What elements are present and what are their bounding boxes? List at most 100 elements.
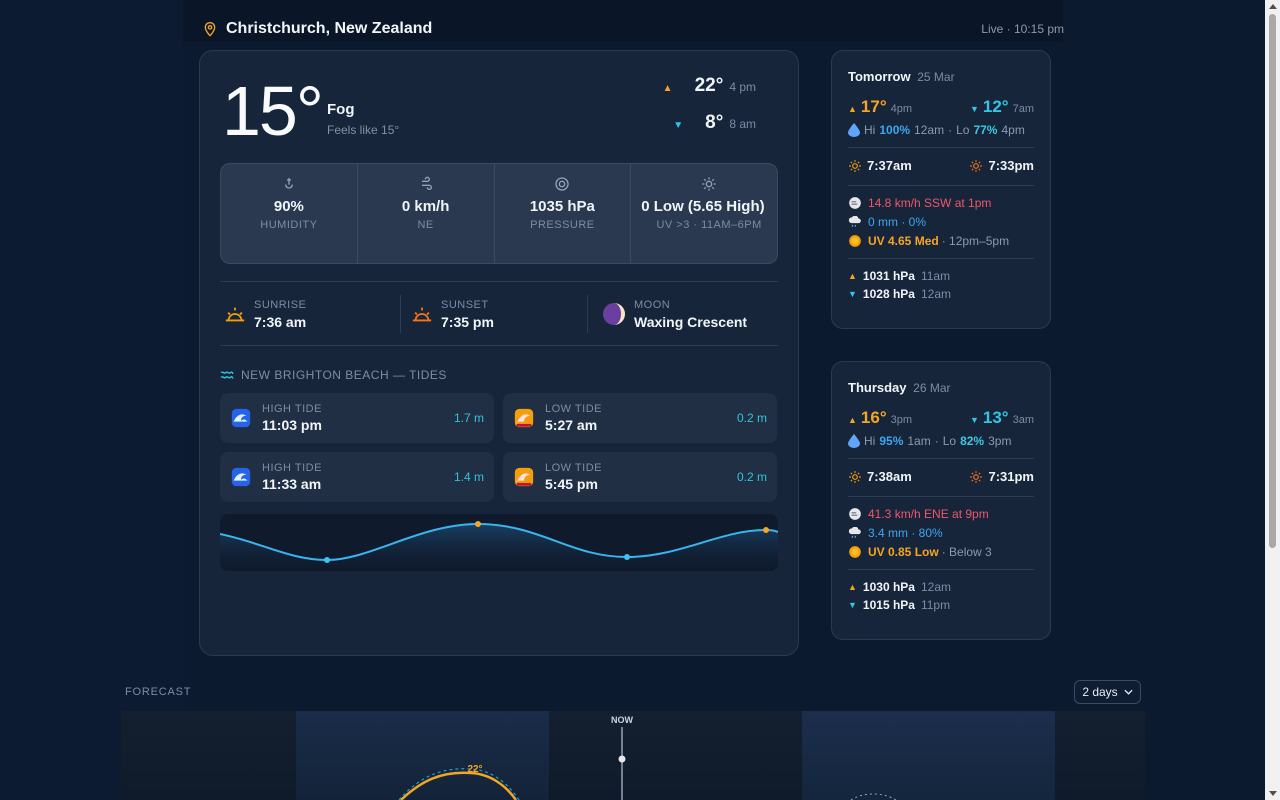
- location-pin-icon: [204, 22, 216, 37]
- divider: [220, 345, 778, 346]
- day-uv: UV 4.65 Med · 12pm–5pm: [848, 234, 1034, 248]
- hum-lo-label: Lo: [942, 434, 957, 448]
- sunset-icon: [970, 159, 983, 172]
- stat-label: HUMIDITY: [260, 219, 318, 231]
- scroll-up-icon[interactable]: [1269, 4, 1277, 9]
- live-time: Live · 10:15 pm: [981, 22, 1064, 36]
- day-rain-text: 0 mm · 0%: [868, 215, 927, 229]
- pressure-high-time: 12am: [920, 580, 951, 594]
- down-arrow-icon: ▼: [848, 600, 857, 610]
- sunrise-icon: [225, 307, 245, 322]
- hum-hi-time: 1am: [907, 434, 931, 448]
- sun-arc-dashed: [850, 793, 897, 800]
- pressure-high: 1030 hPa: [862, 580, 915, 594]
- down-arrow-icon: ▼: [969, 415, 979, 425]
- sun-icon: [849, 235, 861, 247]
- sunset-icon: [970, 470, 983, 483]
- location[interactable]: Christchurch, New Zealand: [202, 20, 432, 38]
- tide-time: 11:33 am: [262, 476, 322, 492]
- divider: [848, 147, 1034, 148]
- pressure-low: 1028 hPa: [862, 287, 915, 301]
- sun-icon: [849, 546, 861, 558]
- day-humidity: Hi 95% 1am · Lo 82% 3pm: [848, 434, 1034, 448]
- day-uv-note: · Below 3: [941, 545, 992, 559]
- down-arrow-icon: ▼: [673, 120, 684, 131]
- day-sun: 7:38am 7:31pm: [848, 469, 1034, 484]
- tide-area: [220, 524, 778, 571]
- pressure-icon: [555, 177, 570, 191]
- day-uv-value: UV 0.85 Low: [868, 545, 939, 559]
- day-name: Tomorrow: [848, 69, 911, 84]
- day-card-tomorrow[interactable]: Tomorrow 25 Mar ▲ 17° 4pm ▼ 12° 7am Hi 1…: [831, 50, 1051, 329]
- scrollbar[interactable]: [1265, 0, 1280, 800]
- peak-temp-label: 22°: [467, 764, 482, 775]
- scrollbar-thumb[interactable]: [1269, 14, 1276, 548]
- day-uv-value: UV 4.65 Med: [868, 234, 939, 248]
- day-sunrise: 7:37am: [848, 158, 912, 173]
- low-temp: 8°: [705, 112, 724, 133]
- forecast-chart[interactable]: NOW 22°: [121, 711, 1145, 800]
- up-arrow-icon: ▲: [848, 271, 857, 281]
- day-low: 13°: [982, 408, 1009, 427]
- day-wind-text: 14.8 km/h SSW at 1pm: [868, 196, 992, 210]
- stat-value: 1035 hPa: [529, 198, 595, 215]
- wind-icon: [849, 508, 861, 520]
- scroll-down-icon[interactable]: [1269, 791, 1277, 796]
- moon-label: MOON: [634, 298, 671, 311]
- hum-lo: 82%: [960, 434, 985, 448]
- tide-time: 11:03 pm: [262, 417, 322, 433]
- forecast-range-select[interactable]: 2 days: [1074, 680, 1141, 704]
- pressure-low-time: 11pm: [920, 598, 951, 612]
- day-title: Tomorrow 25 Mar: [848, 69, 1034, 84]
- day-uv-note: · 12pm–5pm: [941, 234, 1010, 248]
- tide-height: 0.2 m: [736, 411, 767, 425]
- tide-label: HIGH TIDE: [262, 462, 322, 474]
- header: Christchurch, New Zealand Live · 10:15 p…: [202, 16, 1064, 42]
- waves-icon: [220, 371, 234, 379]
- wind-icon: [421, 176, 432, 190]
- tide-time: 5:45 pm: [545, 476, 598, 492]
- stat-label: PRESSURE: [530, 219, 595, 231]
- divider: [848, 496, 1034, 497]
- day-title: Thursday 26 Mar: [848, 380, 1034, 395]
- stat-humidity: 90% HUMIDITY: [221, 164, 358, 263]
- current-weather-card: 15° Fog Feels like 15° ▲ 22° 4 pm ▼ 8° 8…: [199, 50, 799, 656]
- day-temps: ▲ 16° 3pm ▼ 13° 3am: [848, 408, 1034, 428]
- sunrise-icon: [849, 159, 861, 172]
- day-temps: ▲ 17° 4pm ▼ 12° 7am: [848, 97, 1034, 117]
- humidity-icon: [284, 178, 293, 189]
- feels-like: Feels like 15°: [327, 123, 400, 137]
- high-tide-icon: [231, 467, 251, 487]
- high-time: 4 pm: [729, 80, 756, 94]
- separator: ·: [948, 123, 953, 137]
- divider: [848, 569, 1034, 570]
- tides-title-text: NEW BRIGHTON BEACH — TIDES: [241, 368, 447, 382]
- temp-curve: [400, 771, 518, 800]
- rain-cloud-icon: [848, 216, 861, 227]
- sunset-label: SUNSET: [441, 298, 489, 311]
- low-tide-icon: [514, 467, 534, 487]
- tide-height: 1.4 m: [453, 470, 484, 484]
- day-sunrise-time: 7:38am: [867, 469, 912, 484]
- hum-lo-label: Lo: [956, 123, 970, 137]
- day-wind: 14.8 km/h SSW at 1pm: [848, 196, 1034, 210]
- day-low: 12°: [982, 97, 1009, 116]
- day-rain-text: 3.4 mm · 80%: [868, 526, 943, 540]
- hum-lo: 77%: [973, 123, 998, 137]
- day-name: Thursday: [848, 380, 907, 395]
- tide-card: LOW TIDE 5:27 am 0.2 m: [503, 393, 777, 443]
- stat-pressure: 1035 hPa PRESSURE: [495, 164, 632, 263]
- day-wind-text: 41.3 km/h ENE at 9pm: [868, 507, 989, 521]
- day-card-thursday[interactable]: Thursday 26 Mar ▲ 16° 3pm ▼ 13° 3am Hi 9…: [831, 361, 1051, 640]
- droplet-icon: [848, 123, 860, 137]
- high-temp: 22°: [694, 75, 724, 96]
- divider: [848, 258, 1034, 259]
- moon: MOON Waxing Crescent: [588, 295, 778, 333]
- day-sunset: 7:31pm: [969, 469, 1034, 484]
- high-tide-icon: [231, 408, 251, 428]
- separator: ·: [934, 434, 939, 448]
- stat-value: 0 km/h: [401, 198, 450, 215]
- today-low: ▼ 8° 8 am: [673, 112, 756, 134]
- day-high: 17°: [860, 97, 887, 116]
- day-sunset: 7:33pm: [969, 158, 1034, 173]
